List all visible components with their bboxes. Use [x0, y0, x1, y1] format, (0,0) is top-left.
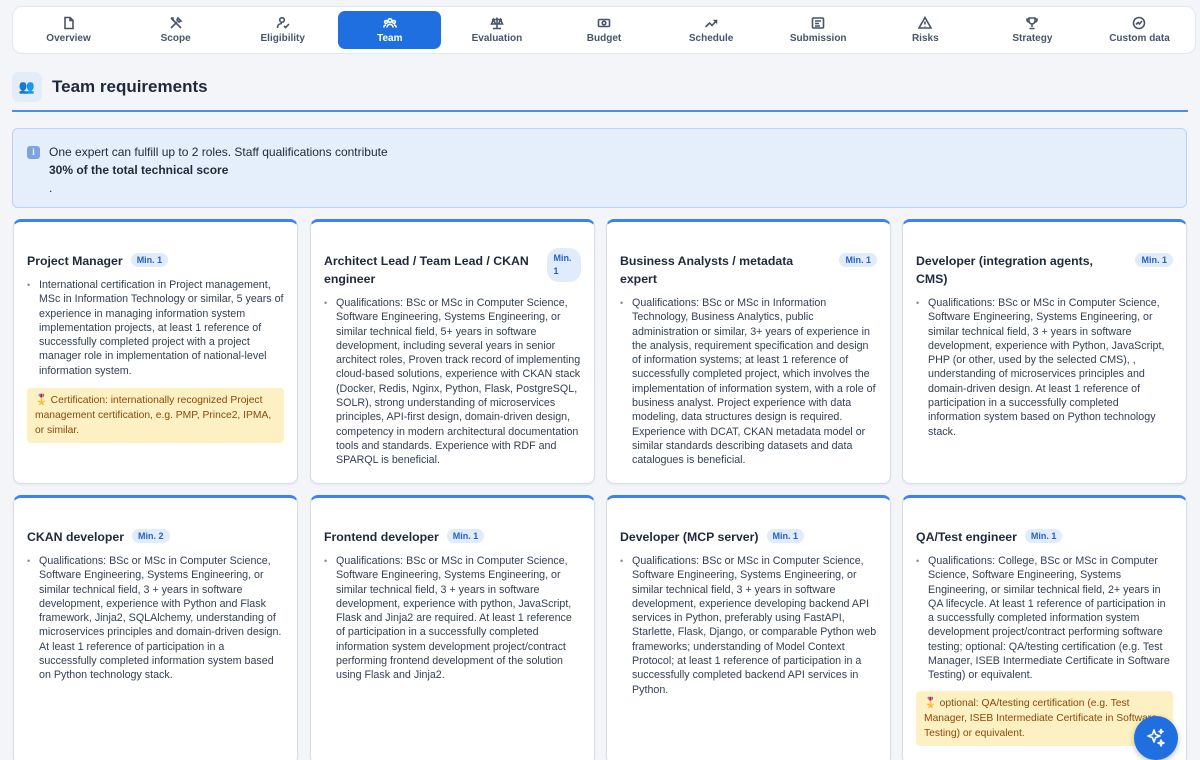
role-title: Business Analysts / metadata expert: [620, 254, 794, 286]
tab-label: Evaluation: [471, 33, 523, 44]
role-title: Developer (MCP server): [620, 530, 759, 544]
bullet-icon: •: [324, 556, 328, 566]
role-qualifications: Qualifications: BSc or MSc in Computer S…: [928, 297, 1165, 438]
info-tail: .: [49, 181, 53, 195]
role-qualifications: Qualifications: College, BSc or MSc in C…: [928, 555, 1170, 682]
page-title: Team requirements: [52, 77, 208, 96]
tab-label: Scope: [160, 33, 191, 44]
bullet-icon: •: [27, 280, 31, 290]
tab-risks[interactable]: Risks: [874, 11, 977, 49]
ai-assistant-button[interactable]: [1134, 716, 1178, 760]
bullet-icon: •: [620, 556, 624, 566]
min-badge: Min. 2: [132, 529, 170, 543]
bullet-icon: •: [620, 298, 624, 308]
tab-eligibility[interactable]: Eligibility: [231, 11, 334, 49]
people-icon: 👥: [12, 72, 42, 102]
team-icon: [382, 16, 397, 30]
role-qualifications: Qualifications: BSc or MSc in Computer S…: [632, 555, 877, 696]
tab-label: Budget: [586, 33, 622, 44]
tab-label: Overview: [46, 33, 91, 44]
tab-custom-data[interactable]: Custom data: [1088, 11, 1191, 49]
role-qualifications: Qualifications: BSc or MSc in Informatio…: [632, 297, 876, 467]
min-badge: Min. 1: [446, 529, 485, 543]
tab-label: Submission: [789, 33, 847, 44]
role-title: Architect Lead / Team Lead / CKAN engine…: [324, 254, 529, 286]
tab-evaluation[interactable]: Evaluation: [445, 11, 548, 49]
role-card: Developer (integration agents, CMS) Min.…: [902, 219, 1187, 484]
trend-icon: [704, 16, 718, 30]
info-box: i One expert can fulfill up to 2 roles. …: [12, 128, 1187, 208]
role-title: Frontend developer: [324, 530, 439, 544]
tab-submission[interactable]: Submission: [767, 11, 870, 49]
trophy-icon: [1025, 16, 1039, 30]
role-card: Business Analysts / metadata expert Min.…: [606, 219, 891, 484]
form-icon: [811, 16, 825, 30]
role-title: Project Manager: [27, 254, 123, 268]
role-qualifications: Qualifications: BSc or MSc in Computer S…: [336, 297, 581, 467]
user-check-icon: [276, 16, 290, 30]
info-icon: i: [27, 146, 40, 159]
role-card: Project Manager Min. 1 • International c…: [13, 219, 298, 484]
tab-scope[interactable]: Scope: [124, 11, 227, 49]
role-qualifications: International certification in Project m…: [39, 279, 284, 377]
certification-note: 🎖️ Certification: internationally recogn…: [27, 388, 284, 444]
min-badge: Min. 1: [766, 529, 805, 543]
tab-label: Risks: [911, 33, 939, 44]
gauge-icon: [1132, 16, 1146, 30]
section-header: 👥 Team requirements: [12, 70, 1188, 112]
tab-label: Eligibility: [260, 33, 305, 44]
tab-strategy[interactable]: Strategy: [981, 11, 1084, 49]
tab-label: Schedule: [688, 33, 734, 44]
role-card: CKAN developer Min. 2 • Qualifications: …: [13, 495, 298, 760]
document-icon: [62, 16, 76, 30]
tab-label: Team: [377, 33, 403, 44]
role-card: Developer (MCP server) Min. 1 • Qualific…: [606, 495, 891, 760]
tab-label: Strategy: [1012, 33, 1053, 44]
tab-label: Custom data: [1109, 33, 1170, 44]
role-card: Architect Lead / Team Lead / CKAN engine…: [310, 219, 595, 484]
tab-bar: Overview Scope Eligibility Team Evaluati…: [12, 6, 1196, 54]
bullet-icon: •: [916, 556, 920, 566]
tab-overview[interactable]: Overview: [17, 11, 120, 49]
role-card: Frontend developer Min. 1 • Qualificatio…: [310, 495, 595, 760]
tab-budget[interactable]: Budget: [552, 11, 655, 49]
tools-icon: [169, 16, 183, 30]
money-icon: [597, 16, 611, 30]
role-title: CKAN developer: [27, 530, 125, 544]
min-badge: Min. 1: [130, 253, 169, 267]
tab-schedule[interactable]: Schedule: [660, 11, 763, 49]
bullet-icon: •: [324, 298, 328, 308]
role-title: Developer (integration agents, CMS): [916, 254, 1093, 286]
role-title: QA/Test engineer: [916, 530, 1017, 544]
min-badge: Min. 1: [547, 248, 581, 282]
warning-icon: [918, 16, 933, 30]
sparkle-icon: [1147, 728, 1165, 747]
role-qualifications: Qualifications: BSc or MSc in Computer S…: [336, 555, 572, 682]
bullet-icon: •: [916, 298, 920, 308]
role-qualifications: Qualifications: BSc or MSc in Computer S…: [39, 555, 282, 682]
bullet-icon: •: [27, 556, 31, 566]
info-bold-text: 30% of the total technical score: [49, 163, 229, 177]
tab-team[interactable]: Team: [338, 11, 442, 49]
info-text: One expert can fulfill up to 2 roles. St…: [49, 145, 388, 159]
min-badge: Min. 1: [1024, 529, 1063, 543]
scale-icon: [490, 16, 504, 30]
min-badge: Min. 1: [1135, 253, 1173, 267]
min-badge: Min. 1: [839, 253, 877, 267]
